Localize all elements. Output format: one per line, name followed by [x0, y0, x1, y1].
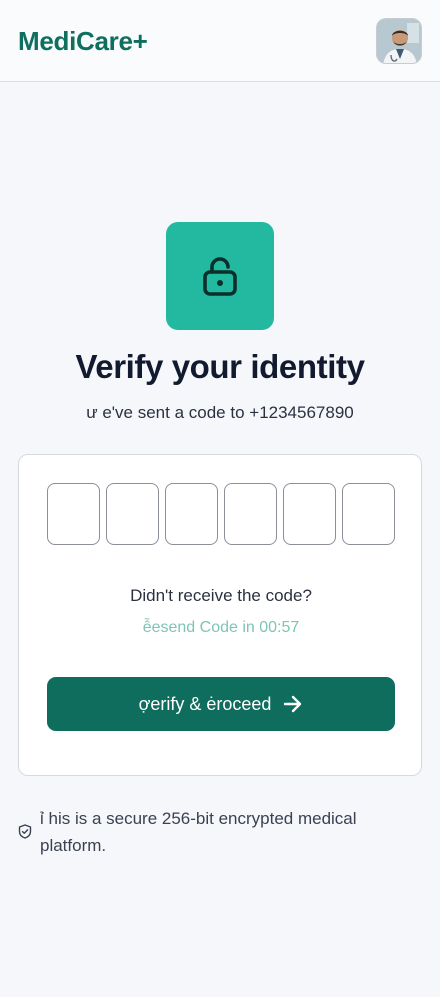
security-note: ỉ his is a secure 256-bit encrypted medi…	[18, 805, 418, 859]
otp-digit-2[interactable]	[106, 483, 159, 545]
otp-digit-6[interactable]	[342, 483, 395, 545]
verification-card: Didn't receive the code? ễesend Code in …	[18, 454, 422, 776]
verify-proceed-button[interactable]: ợerify & ėroceed	[47, 677, 395, 731]
resend-prompt: Didn't receive the code?	[130, 586, 312, 605]
code-sent-message: ư e've sent a code to +1234567890	[0, 403, 440, 423]
verify-button-label: ợerify & ėroceed	[138, 693, 272, 714]
otp-digit-1[interactable]	[47, 483, 100, 545]
resend-code-link[interactable]: ễesend Code in 00:57	[19, 619, 423, 637]
otp-input-group	[47, 483, 395, 545]
otp-digit-4[interactable]	[224, 483, 277, 545]
profile-avatar[interactable]	[376, 18, 422, 64]
brand-logo[interactable]: MediCare+	[18, 26, 148, 57]
shield-check-icon	[18, 824, 32, 839]
doctor-avatar-icon	[377, 19, 421, 63]
security-note-text: ỉ his is a secure 256-bit encrypted medi…	[40, 809, 357, 855]
code-sent-text: ư e've sent a code to	[86, 403, 250, 422]
otp-digit-5[interactable]	[283, 483, 336, 545]
arrow-right-icon	[284, 695, 302, 713]
page-title: Verify your identity	[75, 348, 365, 385]
otp-digit-3[interactable]	[165, 483, 218, 545]
top-bar: MediCare+	[0, 0, 440, 82]
lock-tile	[166, 222, 274, 330]
lock-open-icon	[203, 257, 237, 296]
phone-number: +1234567890	[249, 403, 354, 422]
